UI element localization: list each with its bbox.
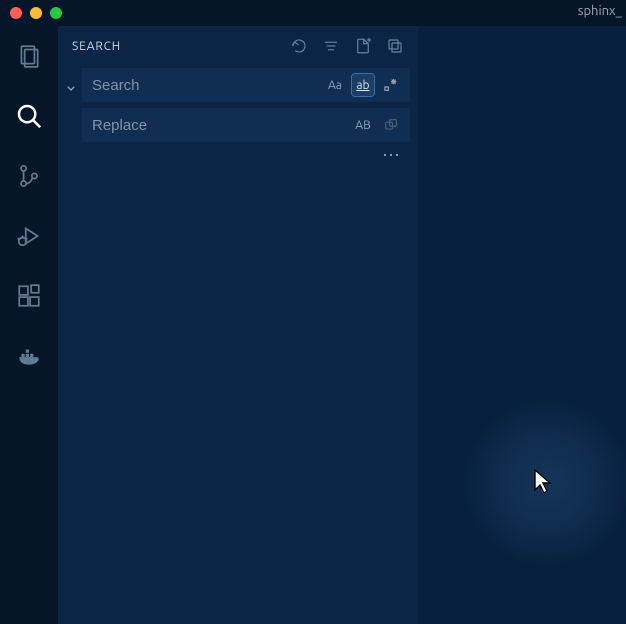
- search-body: Aa ab AB: [58, 66, 418, 160]
- replace-input[interactable]: [92, 117, 346, 134]
- search-fields: Aa ab AB: [82, 68, 410, 160]
- toggle-replace-button[interactable]: [60, 68, 82, 96]
- activity-extensions[interactable]: [9, 276, 49, 316]
- main-area: SEARCH: [0, 26, 626, 624]
- maximize-window-button[interactable]: [50, 7, 62, 19]
- window-controls: [10, 7, 62, 19]
- clear-results-icon[interactable]: [322, 37, 340, 55]
- collapse-results-icon[interactable]: [386, 37, 404, 55]
- window-title: sphinx_: [578, 4, 622, 18]
- search-input[interactable]: [92, 77, 318, 94]
- match-case-toggle[interactable]: Aa: [324, 74, 346, 96]
- activity-docker[interactable]: [9, 336, 49, 376]
- activity-search[interactable]: [9, 96, 49, 136]
- refresh-icon[interactable]: [290, 37, 308, 55]
- search-more-row: ⋯: [82, 148, 410, 160]
- search-panel: SEARCH: [58, 26, 418, 624]
- activity-run-debug[interactable]: [9, 216, 49, 256]
- close-window-button[interactable]: [10, 7, 22, 19]
- title-bar: sphinx_: [0, 0, 626, 26]
- search-panel-header: SEARCH: [58, 26, 418, 66]
- replace-all-button[interactable]: [380, 114, 402, 136]
- activity-bar: [0, 26, 58, 624]
- search-panel-title: SEARCH: [72, 40, 282, 53]
- search-input-row: Aa ab: [82, 68, 410, 102]
- editor-area[interactable]: [418, 26, 626, 624]
- new-search-editor-icon[interactable]: [354, 37, 372, 55]
- replace-input-row: AB: [82, 108, 410, 142]
- activity-explorer[interactable]: [9, 36, 49, 76]
- activity-source-control[interactable]: [9, 156, 49, 196]
- match-whole-word-toggle[interactable]: ab: [352, 74, 374, 96]
- preserve-case-toggle[interactable]: AB: [352, 114, 374, 136]
- toggle-search-details-button[interactable]: ⋯: [382, 150, 402, 160]
- search-header-actions: [290, 37, 404, 55]
- use-regex-toggle[interactable]: [380, 74, 402, 96]
- minimize-window-button[interactable]: [30, 7, 42, 19]
